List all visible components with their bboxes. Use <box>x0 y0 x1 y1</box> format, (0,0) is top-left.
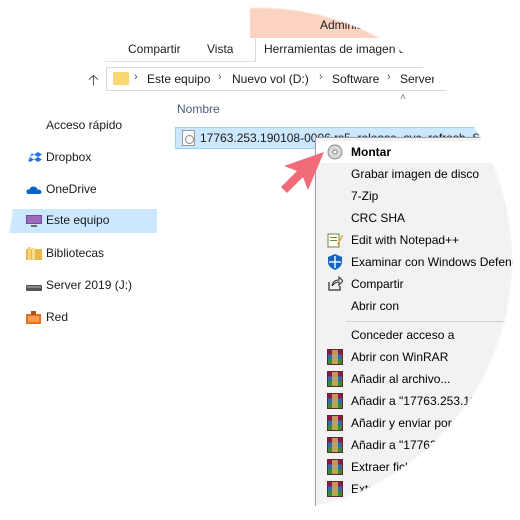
tab-herramientas-imagen[interactable]: Herramientas de imagen de <box>255 38 520 62</box>
nav-item-este-equipo[interactable]: Este equipo <box>0 209 157 233</box>
menu-item-label: Añadir a "17763.253.190108-0006" <box>351 394 520 408</box>
notepadpp-icon <box>327 233 343 248</box>
nav-item-label: Server 2019 (J:) <box>46 278 133 292</box>
menu-item-abrir-con[interactable]: Abrir con <box>316 295 520 317</box>
menu-item-label: Añadir al archivo... <box>351 372 451 386</box>
nav-item-bibliotecas[interactable]: Bibliotecas <box>0 242 157 266</box>
menu-item-anadir-a[interactable]: Añadir a "17763.253.190108-0006" <box>316 390 520 412</box>
menu-item-label: Añadir y enviar por email... <box>351 416 494 430</box>
chevron-right-icon[interactable]: › <box>319 71 323 83</box>
folder-icon <box>113 72 129 85</box>
breadcrumb-software[interactable]: Software <box>332 72 379 86</box>
menu-item-anadir-a-enviar[interactable]: Añadir a "17763.253.190108" y enviar <box>316 434 520 456</box>
menu-item-label: Compartir <box>351 277 404 291</box>
menu-item-7zip[interactable]: 7-Zip <box>316 185 520 207</box>
winrar-icon <box>327 415 343 431</box>
tab-compartir[interactable]: Compartir <box>128 42 181 56</box>
pointer-arrow-icon <box>281 152 324 193</box>
breadcrumb-server[interactable]: Server 2 <box>400 72 445 86</box>
library-icon <box>26 247 42 260</box>
share-icon <box>328 276 343 291</box>
menu-separator <box>346 321 520 322</box>
winrar-icon <box>327 349 343 365</box>
tab-vista[interactable]: Vista <box>207 42 233 56</box>
menu-item-anadir-enviar[interactable]: Añadir y enviar por email... <box>316 412 520 434</box>
menu-item-crc-sha[interactable]: CRC SHA <box>316 207 520 229</box>
winrar-icon <box>327 437 343 453</box>
context-menu: Montar Grabar imagen de disco 7-Zip CRC … <box>315 137 520 520</box>
menu-item-label: Edit with Notepad++ <box>351 233 460 247</box>
nav-item-label: Bibliotecas <box>46 246 105 260</box>
menu-item-grabar-imagen[interactable]: Grabar imagen de disco <box>316 163 520 185</box>
menu-item-abrir-winrar[interactable]: Abrir con WinRAR <box>316 346 520 368</box>
nav-item-label: Acceso rápido <box>46 118 123 132</box>
menu-item-notepadpp[interactable]: Edit with Notepad++ <box>316 229 520 251</box>
winrar-icon <box>327 371 343 387</box>
ribbon-tabs: Compartir Vista Herramientas de imagen d… <box>0 38 520 62</box>
menu-item-extraer-ficheros[interactable]: Extraer ficheros... <box>316 456 520 478</box>
navigation-pane: Acceso rápido Dropbox OneDrive Este equi… <box>0 96 160 520</box>
nav-item-label: Dropbox <box>46 150 92 164</box>
menu-item-label: Extraer ficheros... <box>351 460 446 474</box>
menu-item-label: Conceder acceso a <box>351 328 455 342</box>
ribbon-context-group-label[interactable]: Adminis <box>320 18 363 32</box>
menu-item-label: Añadir a "17763.253.190108" y enviar <box>351 438 520 452</box>
ribbon-context-group[interactable] <box>250 0 520 38</box>
winrar-icon <box>327 459 343 475</box>
column-header-nombre[interactable]: Nombre <box>177 102 220 116</box>
nav-item-server-2019[interactable]: Server 2019 (J:) <box>0 274 157 298</box>
disc-image-file-icon <box>182 130 195 146</box>
network-icon <box>26 311 41 324</box>
address-row: 🡡 › Este equipo › Nuevo vol (D:) › Softw… <box>0 62 520 96</box>
file-explorer-window: Adminis Compartir Vista Herramientas de … <box>0 0 520 520</box>
winrar-icon <box>327 481 343 497</box>
chevron-right-icon[interactable]: › <box>134 71 138 83</box>
menu-item-label: Grabar imagen de disco <box>351 167 480 181</box>
nav-item-label: Este equipo <box>46 213 110 227</box>
menu-item-label: Extraer aquí <box>351 482 417 496</box>
menu-item-label: 7-Zip <box>351 189 379 203</box>
menu-item-label: CRC SHA <box>351 211 406 225</box>
winrar-icon <box>327 393 343 409</box>
menu-item-label: Abrir con WinRAR <box>351 350 449 364</box>
nav-item-onedrive[interactable]: OneDrive <box>0 178 157 202</box>
menu-item-extraer-aqui[interactable]: Extraer aquí <box>316 478 520 500</box>
up-arrow-icon[interactable]: 🡡 <box>88 70 99 95</box>
nav-item-dropbox[interactable]: Dropbox <box>0 146 157 170</box>
menu-item-montar[interactable]: Montar <box>316 141 520 163</box>
nav-item-label: OneDrive <box>46 182 97 196</box>
chevron-right-icon[interactable]: › <box>218 71 222 83</box>
menu-item-windows-defender[interactable]: Examinar con Windows Defender... <box>316 251 520 273</box>
chevron-up-icon[interactable]: ˄ <box>400 92 406 103</box>
nav-item-red[interactable]: Red <box>0 306 157 330</box>
menu-item-conceder-acceso[interactable]: Conceder acceso a <box>316 324 520 346</box>
drive-icon <box>26 285 42 291</box>
breadcrumb-este-equipo[interactable]: Este equipo <box>147 72 210 86</box>
computer-icon <box>26 215 42 227</box>
defender-icon <box>328 254 342 270</box>
menu-item-anadir-archivo[interactable]: Añadir al archivo... <box>316 368 520 390</box>
onedrive-icon <box>26 186 42 194</box>
breadcrumb-nuevo-vol[interactable]: Nuevo vol (D:) <box>232 72 309 86</box>
address-bar[interactable]: › Este equipo › Nuevo vol (D:) › Softwar… <box>106 67 520 91</box>
disc-icon <box>327 144 343 160</box>
menu-item-label: Examinar con Windows Defender... <box>351 255 520 269</box>
nav-item-label: Red <box>46 310 69 324</box>
menu-item-compartir[interactable]: Compartir <box>316 273 520 295</box>
menu-item-label: Montar <box>351 145 391 159</box>
dropbox-icon <box>26 152 42 162</box>
menu-item-label: Abrir con <box>351 299 400 313</box>
tab-herramientas-imagen-label: Herramientas de imagen de <box>264 42 413 56</box>
chevron-right-icon[interactable]: › <box>387 71 391 83</box>
nav-item-acceso-rapido[interactable]: Acceso rápido <box>0 114 157 138</box>
